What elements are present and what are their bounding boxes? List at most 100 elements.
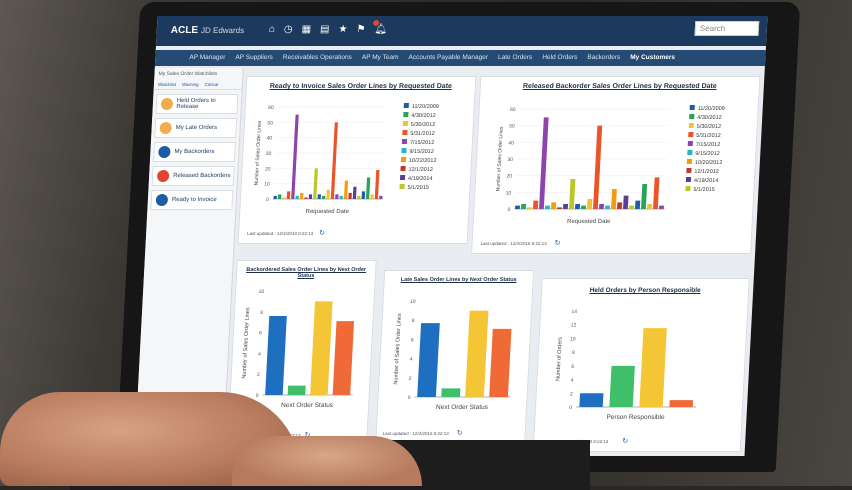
bar [539, 117, 549, 209]
bar [265, 315, 287, 395]
bar [669, 400, 694, 408]
subtab-watchlist[interactable]: Watchlist [158, 82, 176, 87]
tab-held-orders[interactable]: Held Orders [542, 50, 578, 66]
sidebar-item-backorders[interactable]: My Backorders [152, 142, 236, 162]
bar [489, 328, 512, 398]
bar [295, 195, 299, 200]
tab-ap-my-team[interactable]: AP My Team [361, 50, 399, 66]
toolbar-icons: ⌂ ◷ ▦ ▤ ★ ⚑ 🔔︎ [268, 24, 388, 36]
panel-title: Ready to Invoice Sales Order Lines by Re… [269, 83, 453, 90]
sidebar-item-ready-to-invoice[interactable]: Ready to Invoice [150, 190, 234, 210]
tab-ap-suppliers[interactable]: AP Suppliers [235, 50, 273, 66]
document-icon[interactable]: ▤ [320, 24, 330, 36]
bar [609, 365, 635, 407]
watchlist-badge [155, 194, 169, 206]
home-icon[interactable]: ⌂ [268, 24, 276, 36]
refresh-icon[interactable]: ↻ [554, 239, 560, 247]
y-axis-label: Number of Sales Order Lines [495, 126, 504, 191]
chart-icon[interactable]: ▦ [301, 24, 311, 36]
bar [605, 205, 610, 209]
brand-logo: ACLE JD Edwards [170, 25, 245, 36]
y-axis-label: Number of Sales Order Lines [393, 313, 403, 384]
bar [348, 192, 352, 200]
legend-swatch [402, 130, 408, 135]
y-tick-label: 40 [266, 136, 272, 142]
watchlist-badge [160, 98, 173, 110]
legend-label: 5/30/2012 [411, 122, 436, 128]
refresh-icon[interactable]: ↻ [319, 229, 325, 237]
bar [308, 194, 313, 200]
bar [465, 310, 489, 398]
y-tick-label: 8 [412, 318, 415, 324]
y-tick-label: 0 [266, 197, 269, 203]
bar [557, 207, 562, 210]
bar [551, 202, 557, 210]
x-axis-label: Requested Date [567, 219, 611, 225]
y-tick-label: 50 [509, 124, 515, 130]
legend-label: 5/31/2012 [696, 133, 721, 139]
bar [321, 195, 326, 200]
legend-swatch [399, 184, 405, 189]
bar [623, 195, 629, 209]
bar [273, 195, 277, 200]
y-tick-label: 0 [569, 405, 572, 411]
sidebar-item-held-orders[interactable]: Held Orders to Release [155, 94, 239, 114]
legend-label: 5/1/2015 [407, 185, 429, 191]
flag-icon[interactable]: ⚑ [356, 24, 366, 36]
bar [587, 199, 593, 209]
sidebar-item-label: My Backorders [174, 149, 215, 155]
tab-backorders[interactable]: Backorders [587, 50, 621, 66]
sidebar-header: My Sales Order Watchlists [158, 71, 218, 77]
bar [374, 169, 380, 200]
bar [527, 207, 532, 210]
tab-my-customers[interactable]: My Customers [630, 50, 676, 66]
y-tick-label: 40 [508, 140, 514, 146]
sidebar-item-released-backorders[interactable]: Released Backorders [151, 166, 235, 186]
legend-swatch [689, 105, 695, 110]
subtab-critical[interactable]: Critical [204, 82, 218, 87]
y-tick-label: 10 [264, 182, 270, 188]
star-icon[interactable]: ★ [338, 24, 348, 36]
bar [287, 385, 306, 395]
bar [330, 122, 338, 199]
search-input[interactable]: Search [694, 21, 760, 36]
refresh-icon[interactable]: ↻ [456, 429, 462, 437]
tab-receivables-operations[interactable]: Receivables Operations [282, 50, 352, 66]
y-tick-label: 2 [257, 372, 260, 378]
sidebar-item-late-orders[interactable]: My Late Orders [154, 118, 238, 138]
y-tick-label: 4 [410, 357, 413, 363]
clock-icon[interactable]: ◷ [284, 24, 293, 36]
last-updated: Last updated : 12/4/2018 8:22:13 [382, 431, 449, 436]
sidebar-item-label: Held Orders to Release [176, 98, 216, 110]
y-tick-label: 20 [265, 166, 271, 172]
bar [304, 197, 308, 200]
last-updated: Last updated : 12/4/2018 8:22:13 [480, 241, 547, 246]
tab-late-orders[interactable]: Late Orders [498, 50, 533, 66]
y-tick-label: 6 [411, 337, 414, 343]
subtab-warning[interactable]: Warning [182, 82, 199, 87]
tab-accounts-payable-manager[interactable]: Accounts Payable Manager [408, 50, 488, 66]
refresh-icon[interactable]: ↻ [622, 437, 628, 445]
y-tick-label: 20 [506, 174, 512, 180]
bar [635, 200, 641, 209]
y-tick-label: 10 [258, 289, 264, 295]
bar [611, 189, 617, 209]
bar [417, 323, 440, 397]
x-axis-label: Next Order Status [436, 404, 489, 411]
y-tick-label: 10 [570, 336, 576, 342]
legend-swatch [686, 159, 693, 164]
top-bar: ACLE JD Edwards ⌂ ◷ ▦ ▤ ★ ⚑ 🔔︎ Search [155, 16, 768, 46]
x-axis-label: Next Order Status [281, 402, 334, 409]
bar [291, 114, 299, 200]
laptop-screen: ACLE JD Edwards ⌂ ◷ ▦ ▤ ★ ⚑ 🔔︎ Search AP … [134, 16, 768, 456]
bar [563, 204, 569, 209]
legend-swatch [400, 157, 407, 162]
y-tick-label: 30 [266, 151, 272, 157]
y-tick-label: 4 [570, 378, 573, 384]
legend-swatch [687, 141, 693, 146]
legend-label: 9/15/2012 [409, 149, 434, 155]
bar [379, 195, 383, 200]
bar [599, 204, 605, 209]
bar [339, 195, 343, 200]
tab-ap-manager[interactable]: AP Manager [189, 50, 226, 66]
